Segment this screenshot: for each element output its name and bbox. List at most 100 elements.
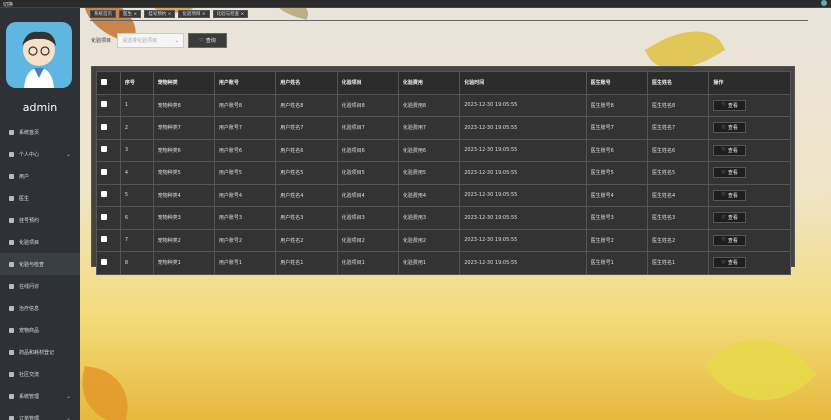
table-header-row: 序号 宠物种类 用户账号 用户姓名 化验项目 化验费用 化验时间 医生账号 医生姓名 操作 bbox=[96, 71, 791, 95]
row-select-cell bbox=[96, 161, 121, 185]
grid-icon bbox=[9, 349, 14, 355]
table-cell: 医生账号8 bbox=[585, 93, 649, 117]
table-cell: 化验费用4 bbox=[397, 183, 461, 207]
table-cell: 医生姓名4 bbox=[646, 183, 710, 207]
row-select-cell bbox=[96, 183, 121, 207]
table-cell: 2 bbox=[119, 116, 154, 140]
action-cell: ♡ 查看 bbox=[708, 138, 791, 162]
sidebar-item[interactable]: 订单管理 ⌄ bbox=[0, 407, 80, 420]
row-checkbox[interactable] bbox=[101, 213, 107, 220]
grid-icon bbox=[9, 217, 14, 223]
table-cell: 医生账号6 bbox=[585, 138, 649, 162]
sidebar-item-label: 用户 bbox=[19, 173, 30, 180]
column-header: 医生姓名 bbox=[646, 71, 710, 95]
table-row: 2 宠物种类7 用户账号7 用户姓名7 化验项目7 化验费用7 2023-12-30 19:… bbox=[96, 116, 791, 140]
sidebar-item[interactable]: 挂号预约 bbox=[0, 209, 80, 231]
view-button[interactable]: ♡ 查看 bbox=[713, 122, 746, 134]
sidebar-item[interactable]: 药品和耗材登记 bbox=[0, 341, 80, 363]
row-checkbox[interactable] bbox=[101, 258, 107, 265]
user-area[interactable] bbox=[821, 0, 827, 6]
sidebar-item-label: 宠物商品 bbox=[19, 327, 40, 334]
view-button-label: 查看 bbox=[727, 102, 738, 109]
row-checkbox[interactable] bbox=[101, 168, 107, 175]
heart-icon: ♡ bbox=[721, 237, 726, 244]
sidebar-item[interactable]: 用户 bbox=[0, 165, 80, 187]
table-row: 5 宠物种类4 用户账号4 用户姓名4 化验项目4 化验费用4 2023-12-30 19:… bbox=[96, 183, 791, 207]
sidebar-item[interactable]: 化验与检查 bbox=[0, 253, 80, 275]
table-cell: 4 bbox=[119, 161, 154, 185]
row-checkbox[interactable] bbox=[101, 191, 107, 198]
tab[interactable]: 挂号预约 × bbox=[144, 10, 176, 18]
view-button-label: 查看 bbox=[727, 147, 738, 154]
tab[interactable]: 化验项目 × bbox=[178, 10, 210, 18]
table-cell: 医生姓名1 bbox=[646, 251, 710, 275]
app-logo[interactable]: 切换 bbox=[3, 1, 13, 8]
table-cell: 化验费用3 bbox=[397, 206, 461, 230]
table-cell: 宠物种类8 bbox=[152, 93, 215, 117]
sidebar-item[interactable]: 医生 bbox=[0, 187, 80, 209]
row-checkbox[interactable] bbox=[101, 101, 107, 108]
sidebar-item[interactable]: 系统首页 bbox=[0, 121, 80, 143]
table-cell: 用户姓名1 bbox=[275, 251, 338, 275]
table-cell: 2023-12-30 19:05:55 bbox=[459, 161, 587, 185]
table-cell: 5 bbox=[119, 183, 154, 207]
table-cell: 医生姓名8 bbox=[646, 93, 710, 117]
sidebar-item-label: 社区交流 bbox=[19, 371, 40, 378]
table-cell: 1 bbox=[119, 93, 154, 117]
row-checkbox[interactable] bbox=[101, 123, 107, 130]
sidebar-item[interactable]: 宠物商品 bbox=[0, 319, 80, 341]
table-cell: 化验项目8 bbox=[336, 93, 399, 117]
table-cell: 宠物种类2 bbox=[152, 228, 215, 252]
table-cell: 宠物种类1 bbox=[152, 251, 215, 275]
row-select-cell bbox=[96, 138, 121, 162]
chevron-down-icon: ⌄ bbox=[174, 37, 179, 44]
sidebar-item[interactable]: 系统管理 ⌄ bbox=[0, 385, 80, 407]
sidebar-item-label: 个人中心 bbox=[19, 151, 40, 158]
search-select[interactable]: 请选择化验项目 ⌄ bbox=[117, 33, 184, 48]
table-cell: 用户姓名8 bbox=[275, 93, 338, 117]
table-cell: 宠物种类4 bbox=[152, 183, 215, 207]
view-button[interactable]: ♡ 查看 bbox=[713, 212, 746, 224]
search-button[interactable]: ♡ 查询 bbox=[188, 33, 227, 48]
table-row: 3 宠物种类6 用户账号6 用户姓名6 化验项目6 化验费用6 2023-12-30 19:… bbox=[96, 138, 791, 162]
table-cell: 用户姓名6 bbox=[275, 138, 338, 162]
sidebar-item[interactable]: 社区交流 bbox=[0, 363, 80, 385]
grid-icon bbox=[9, 261, 14, 267]
home-icon bbox=[9, 129, 14, 135]
table-cell: 医生姓名2 bbox=[646, 228, 710, 252]
view-button[interactable]: ♡ 查看 bbox=[713, 167, 746, 179]
view-button[interactable]: ♡ 查看 bbox=[713, 257, 746, 269]
heart-icon: ♡ bbox=[721, 124, 726, 131]
table-cell: 医生姓名5 bbox=[646, 161, 710, 185]
chevron-down-icon: ⌄ bbox=[65, 150, 71, 158]
sidebar-item[interactable]: 在线问诊 bbox=[0, 275, 80, 297]
sidebar-item[interactable]: 个人中心 ⌄ bbox=[0, 143, 80, 165]
sidebar-item[interactable]: 化验项目 bbox=[0, 231, 80, 253]
column-header: 序号 bbox=[119, 71, 154, 95]
view-button[interactable]: ♡ 查看 bbox=[713, 99, 746, 111]
table-cell: 用户姓名5 bbox=[275, 161, 338, 185]
view-button[interactable]: ♡ 查看 bbox=[713, 144, 746, 156]
tab[interactable]: 系统首页 bbox=[90, 10, 116, 18]
select-all-checkbox[interactable] bbox=[101, 78, 107, 85]
view-button[interactable]: ♡ 查看 bbox=[713, 234, 746, 246]
tab[interactable]: 医生 × bbox=[119, 10, 142, 18]
table-cell: 6 bbox=[119, 206, 154, 230]
table-cell: 用户账号7 bbox=[213, 116, 277, 140]
row-checkbox[interactable] bbox=[101, 146, 107, 153]
sidebar-menu: 系统首页个人中心 ⌄ 用户医生 挂号预约 化验项目 化验与检查 在线问诊 治疗信息宠物商品药品… bbox=[0, 121, 80, 420]
sidebar-item[interactable]: 治疗信息 bbox=[0, 297, 80, 319]
table-cell: 2023-12-30 19:05:55 bbox=[459, 251, 587, 275]
view-button[interactable]: ♡ 查看 bbox=[713, 189, 746, 201]
view-button-label: 查看 bbox=[727, 125, 738, 132]
heart-icon: ♡ bbox=[199, 37, 204, 44]
table-cell: 宠物种类5 bbox=[152, 161, 215, 185]
grid-icon bbox=[9, 327, 14, 333]
view-button-label: 查看 bbox=[727, 260, 738, 267]
column-header: 医生账号 bbox=[585, 71, 649, 95]
row-checkbox[interactable] bbox=[101, 236, 107, 243]
table-cell: 2023-12-30 19:05:55 bbox=[459, 228, 587, 252]
tab[interactable]: 化验与检查 × bbox=[212, 10, 249, 18]
row-select-cell bbox=[96, 228, 121, 252]
user-avatar-icon[interactable] bbox=[821, 0, 827, 6]
